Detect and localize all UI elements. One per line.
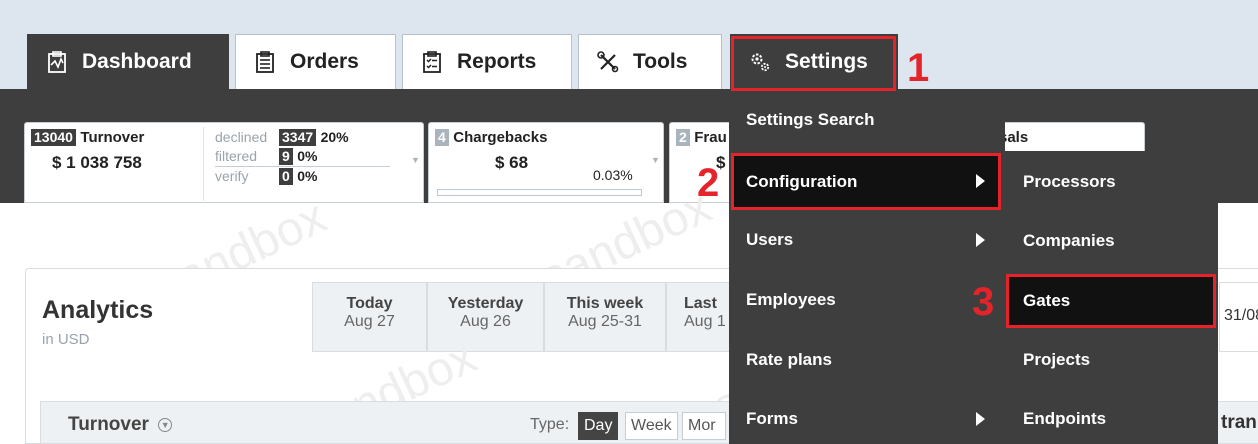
- chargebacks-label: Chargebacks: [453, 129, 548, 146]
- collapse-chevron-icon[interactable]: ▼: [158, 418, 173, 432]
- analytics-subtitle: in USD: [42, 331, 90, 348]
- turnover-label: Turnover: [80, 129, 145, 146]
- submenu-item-endpoints[interactable]: Endpoints: [1005, 399, 1218, 439]
- turnover-amount: $ 1 038 758: [52, 153, 142, 172]
- date-range-input[interactable]: 31/08: [1219, 282, 1258, 352]
- analytics-title: Analytics: [42, 296, 154, 324]
- period-today[interactable]: Today Aug 27: [312, 282, 427, 352]
- menu-item-rate-plans[interactable]: Rate plans: [729, 340, 1001, 380]
- menu-item-settings-search[interactable]: Settings Search: [729, 100, 1001, 140]
- clipboard-checklist-icon: [421, 51, 443, 73]
- chargebacks-amount: $ 68: [495, 153, 529, 172]
- settings-menu: [729, 91, 1005, 444]
- type-day-button[interactable]: Day: [578, 412, 619, 440]
- chargebacks-progress: [437, 189, 642, 196]
- submenu-arrow-icon: [976, 412, 985, 426]
- submenu-arrow-icon: [976, 233, 985, 247]
- step3-highlight: [1006, 274, 1216, 328]
- step3-number: 3: [972, 280, 995, 324]
- turnover-count-badge: 13040: [31, 129, 76, 146]
- declined-row: declined 3347 20%: [215, 129, 349, 146]
- tab-dashboard[interactable]: Dashboard: [27, 34, 229, 89]
- menu-item-users[interactable]: Users: [729, 220, 1001, 260]
- card-dropdown-icon[interactable]: ▼: [411, 155, 420, 165]
- fraud-label: Frau: [694, 129, 727, 146]
- submenu-item-processors[interactable]: Processors: [1005, 162, 1218, 202]
- transactions-label: tran: [1221, 412, 1257, 433]
- period-this-week[interactable]: This week Aug 25-31: [544, 282, 666, 352]
- tab-label: Reports: [457, 50, 537, 73]
- menu-item-employees[interactable]: Employees: [729, 280, 1001, 320]
- fraud-count-badge: 2: [676, 129, 690, 146]
- chargebacks-count-badge: 4: [435, 129, 449, 146]
- tab-reports[interactable]: Reports: [402, 34, 572, 89]
- tab-label: Orders: [290, 50, 359, 73]
- card-dropdown-icon[interactable]: ▼: [651, 155, 660, 165]
- submenu-item-projects[interactable]: Projects: [1005, 340, 1218, 380]
- step2-number: 2: [697, 161, 720, 205]
- turnover-card[interactable]: 13040 Turnover $ 1 038 758 declined 3347 …: [24, 122, 424, 203]
- step1-highlight: [731, 36, 896, 91]
- type-month-button[interactable]: Mor: [682, 412, 726, 440]
- submenu-item-companies[interactable]: Companies: [1005, 221, 1218, 261]
- step1-number: 1: [907, 46, 930, 90]
- tab-label: Dashboard: [82, 50, 192, 73]
- clipboard-chart-icon: [46, 51, 68, 73]
- wrench-screwdriver-icon: [597, 51, 619, 73]
- filtered-row: filtered 9 0%: [215, 148, 318, 165]
- step2-highlight: [731, 153, 1001, 210]
- tab-orders[interactable]: Orders: [235, 34, 396, 89]
- divider: [203, 127, 204, 201]
- tab-label: Tools: [633, 50, 688, 73]
- turnover-breakdown: declined 3347 20% filtered 9 0% verify 0 0%: [215, 128, 410, 186]
- chargebacks-card[interactable]: 4 Chargebacks $ 68 0.03% ▼: [428, 122, 664, 203]
- menu-item-forms[interactable]: Forms: [729, 399, 1001, 439]
- type-week-button[interactable]: Week: [625, 412, 678, 440]
- chargebacks-percent: 0.03%: [593, 167, 633, 183]
- turnover-panel-title: Turnover ▼: [68, 414, 173, 436]
- verify-row: verify 0 0%: [215, 166, 390, 186]
- type-label: Type:: [530, 416, 570, 433]
- clipboard-list-icon: [254, 51, 276, 73]
- tab-tools[interactable]: Tools: [578, 34, 722, 89]
